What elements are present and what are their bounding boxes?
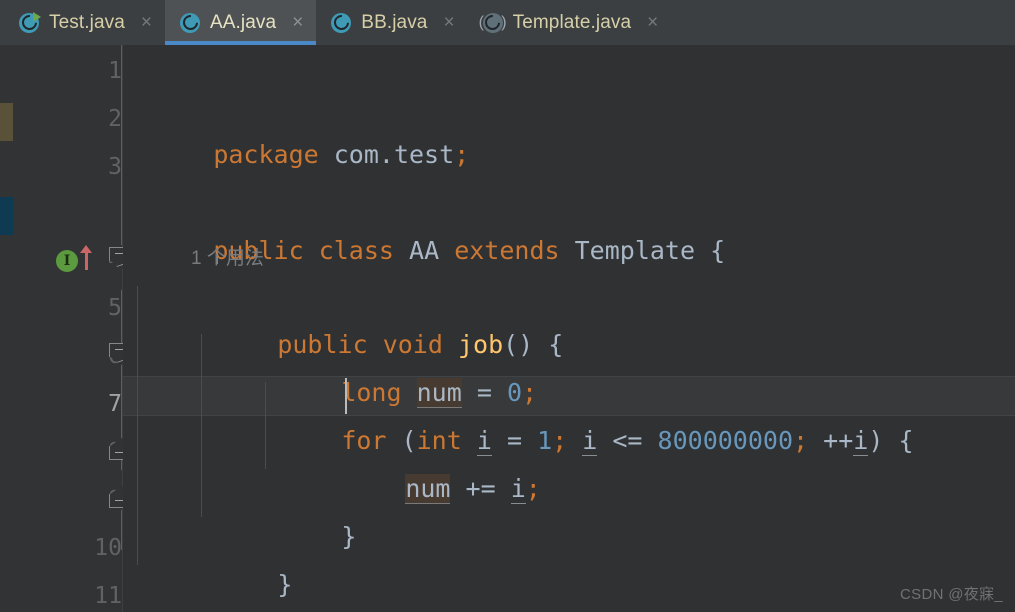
editor-tab-label: Test.java <box>49 11 125 33</box>
code-fold-line <box>121 75 122 245</box>
java-class-icon <box>179 12 201 34</box>
superclass-name: Template <box>574 236 696 265</box>
code-line-5: long num = 0; <box>123 333 1015 408</box>
ide-editor-window: Test.java × AA.java × BB.java × () Templ… <box>0 0 1015 612</box>
keyword-class: class <box>318 236 394 265</box>
code-fold-line <box>121 510 122 550</box>
text-caret <box>345 378 347 414</box>
package-name: com.test <box>333 140 455 169</box>
close-icon[interactable]: × <box>141 13 152 32</box>
java-abstract-class-icon: () <box>478 12 507 33</box>
editor-tab-label: AA.java <box>210 11 277 33</box>
line-number: 10 <box>94 535 122 561</box>
editor-gutter[interactable]: 1 2 3 4 5 6 7 8 9 10 11 I <box>13 45 122 612</box>
editor-tab-aa-java[interactable]: AA.java × <box>165 0 317 45</box>
editor-tab-test-java[interactable]: Test.java × <box>0 0 165 45</box>
usage-inlay-hint[interactable]: 1 个用法 <box>191 243 264 270</box>
close-icon[interactable]: × <box>443 13 454 32</box>
semicolon: ; <box>454 140 470 169</box>
line-number: 5 <box>108 295 122 321</box>
line-number: 2 <box>108 106 122 132</box>
watermark: CSDN @夜寐_ <box>900 586 1003 603</box>
code-line-7: num += i; <box>123 429 1015 504</box>
editor-tab-label: Template.java <box>512 11 632 33</box>
code-line-3: public class AA extends Template { <box>123 191 1015 265</box>
code-line-6: for (int i = 1; i <= 800000000; ++i) { <box>123 381 1015 456</box>
editor-tab-template-java[interactable]: () Template.java × <box>468 0 672 45</box>
class-name: AA <box>409 236 440 265</box>
java-class-icon <box>330 12 352 34</box>
code-line-8: } <box>123 477 1015 551</box>
arrow-shaft <box>85 251 88 270</box>
close-icon[interactable]: × <box>647 13 658 32</box>
line-number: 3 <box>108 154 122 180</box>
code-line-4: public void job() { <box>123 285 1015 359</box>
java-class-runnable-icon <box>18 11 41 34</box>
keyword-extends: extends <box>454 236 560 265</box>
editor-tab-label: BB.java <box>361 11 428 33</box>
line-number: 11 <box>94 583 122 609</box>
implementing-method-letter: I <box>63 253 71 269</box>
line-number: 1 <box>108 58 122 84</box>
editor-tab-bar: Test.java × AA.java × BB.java × () Templ… <box>0 0 1015 45</box>
annotation-mark-modified <box>0 103 13 141</box>
brace-open: { <box>710 236 726 265</box>
annotation-mark-selection <box>0 197 13 235</box>
vcs-annotation-strip[interactable] <box>0 45 13 612</box>
implementing-method-icon[interactable]: I <box>56 250 78 272</box>
line-number-current: 7 <box>108 391 122 417</box>
editor-tab-bb-java[interactable]: BB.java × <box>316 0 467 45</box>
overriding-method-icon[interactable] <box>79 245 93 271</box>
code-fold-line <box>121 45 122 75</box>
code-editor[interactable]: package com.test; public class AA extend… <box>123 45 1015 612</box>
code-line-9: } <box>123 525 1015 599</box>
code-line-10: } <box>123 573 1015 612</box>
code-line-1: package com.test; <box>123 95 1015 169</box>
keyword-package: package <box>213 140 319 169</box>
close-icon[interactable]: × <box>292 13 303 32</box>
